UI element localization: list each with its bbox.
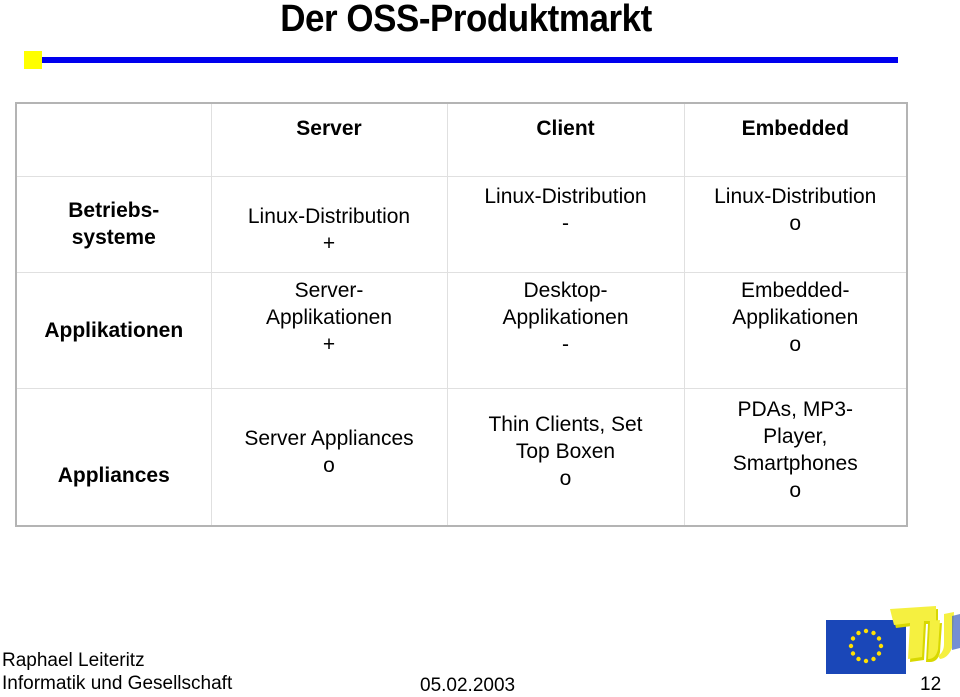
cell-appliances-server: Server Appliances o bbox=[210, 387, 448, 527]
eu-tu-logo bbox=[826, 606, 960, 674]
cell-label: Applikationen bbox=[502, 305, 629, 329]
cell-os-client: Linux-Distribution - bbox=[446, 175, 685, 273]
table-row: Betriebs- systeme Linux-Distribution + L… bbox=[15, 175, 908, 273]
cell-rating: o bbox=[323, 453, 335, 477]
cell-label: Server- bbox=[294, 278, 364, 302]
product-market-table: Server Client Embedded Betriebs- systeme… bbox=[15, 102, 908, 527]
cell-appliances-embedded: PDAs, MP3- Player, Smartphones o bbox=[683, 387, 908, 527]
cell-label: Applikationen bbox=[265, 305, 393, 329]
cell-label: Linux-Distribution bbox=[714, 184, 877, 208]
cell-label: Player, bbox=[763, 424, 828, 448]
cell-rating: + bbox=[322, 332, 336, 356]
title-rule-square bbox=[24, 51, 42, 69]
cell-label: Top Boxen bbox=[515, 440, 616, 464]
table-corner-cell bbox=[15, 102, 212, 177]
row-header-line: systeme bbox=[71, 226, 156, 249]
cell-label: Embedded- bbox=[740, 278, 850, 302]
table-header-row: Server Client Embedded bbox=[15, 102, 908, 177]
cell-apps-server: Server- Applikationen + bbox=[210, 271, 448, 389]
table-row: Applikationen Server- Applikationen + De… bbox=[15, 271, 908, 389]
table-row: Appliances Server Appliances o Thin Clie… bbox=[15, 387, 908, 527]
footer-author: Raphael Leiteritz bbox=[2, 650, 145, 671]
page-number: 12 bbox=[920, 674, 942, 695]
cell-label: PDAs, MP3- bbox=[737, 397, 854, 421]
cell-label: Applikationen bbox=[732, 305, 859, 329]
column-header-client: Client bbox=[446, 102, 685, 177]
column-header-server: Server bbox=[210, 102, 448, 177]
title-rule-line bbox=[42, 57, 898, 63]
cell-os-embedded: Linux-Distribution o bbox=[683, 175, 908, 273]
column-header-embedded: Embedded bbox=[683, 102, 908, 177]
cell-rating: - bbox=[562, 332, 569, 356]
cell-label: Desktop- bbox=[523, 278, 608, 302]
row-header-line: Appliances bbox=[57, 464, 170, 488]
footer-course: Informatik und Gesellschaft bbox=[2, 673, 233, 694]
cell-rating: - bbox=[562, 211, 569, 235]
cell-rating: o bbox=[789, 478, 802, 502]
row-header-line: Applikationen bbox=[44, 318, 184, 342]
cell-os-server: Linux-Distribution + bbox=[210, 175, 448, 273]
cell-appliances-client: Thin Clients, Set Top Boxen o bbox=[446, 387, 685, 527]
row-header-appliances: Appliances bbox=[15, 387, 212, 527]
cell-label: Linux-Distribution bbox=[484, 184, 647, 208]
slide-title: Der OSS-Produktmarkt bbox=[280, 0, 652, 40]
row-header-line: Betriebs- bbox=[68, 199, 160, 222]
eu-flag-icon bbox=[826, 620, 906, 674]
cell-label: Linux-Distribution bbox=[247, 205, 411, 228]
cell-rating: o bbox=[789, 332, 802, 356]
row-header-betriebssysteme: Betriebs- systeme bbox=[15, 175, 212, 273]
cell-apps-client: Desktop- Applikationen - bbox=[446, 271, 685, 389]
cell-label: Thin Clients, Set bbox=[488, 413, 643, 437]
cell-rating: o bbox=[789, 211, 802, 235]
row-header-applikationen: Applikationen bbox=[15, 271, 212, 389]
cell-apps-embedded: Embedded- Applikationen o bbox=[683, 271, 908, 389]
cell-rating: o bbox=[559, 467, 572, 491]
cell-rating: + bbox=[322, 232, 336, 255]
cell-label: Server Appliances bbox=[244, 426, 414, 450]
cell-label: Smartphones bbox=[732, 451, 858, 475]
